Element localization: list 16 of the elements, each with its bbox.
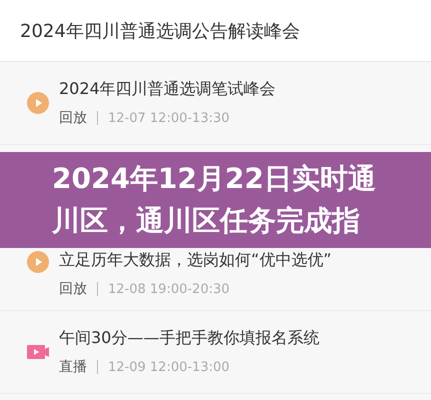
session-title: 2024年四川普通选调笔试峰会 — [59, 79, 276, 100]
session-time: 12-08 19:00-20:30 — [108, 282, 230, 296]
headline-text: 2024年12月22日实时通川区，通川区任务完成指 — [52, 161, 377, 239]
session-title: 立足历年大数据，选岗如何“优中选优” — [59, 250, 332, 271]
session-item[interactable]: 立足历年大数据，选岗如何“优中选优” 回放 12-08 19:00-20:30 — [0, 248, 431, 311]
session-status: 回放 — [59, 109, 87, 127]
session-status: 回放 — [59, 280, 87, 298]
session-time: 12-09 12:00-13:00 — [108, 360, 230, 374]
session-status: 直播 — [59, 358, 87, 376]
page-title: 2024年四川普通选调公告解读峰会 — [20, 20, 300, 42]
session-item[interactable]: 午间30分——手把手教你填报名系统 直播 12-09 12:00-13:00 — [0, 311, 431, 394]
session-item[interactable]: 2024年四川普通选调笔试峰会 回放 12-07 12:00-13:30 — [0, 62, 431, 145]
session-time: 12-07 12:00-13:30 — [108, 110, 230, 126]
play-icon — [26, 91, 50, 115]
play-icon — [26, 250, 50, 274]
session-title: 午间30分——手把手教你填报名系统 — [59, 328, 320, 349]
